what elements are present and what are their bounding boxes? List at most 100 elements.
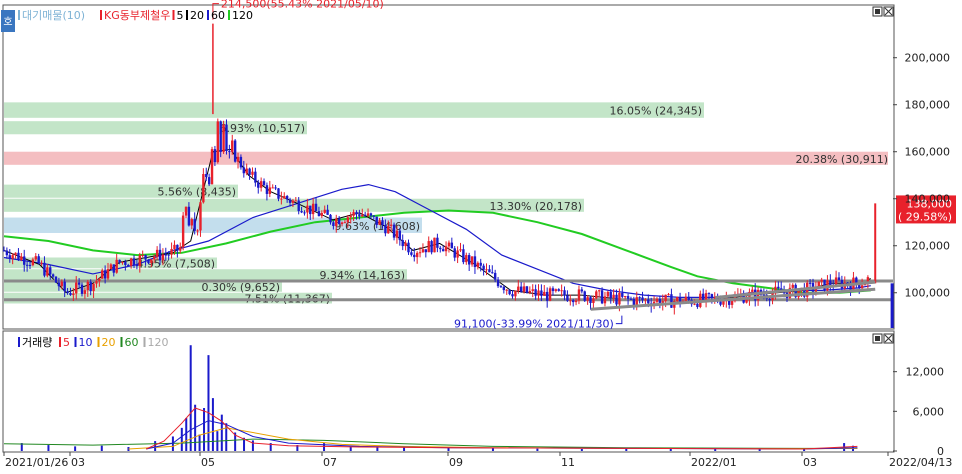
volume-band-label: 0.30% (9,652) (201, 281, 280, 294)
volume-bar (714, 449, 717, 451)
volume-panel-close-button[interactable] (883, 333, 894, 344)
candle-body (51, 274, 55, 277)
candle-body (124, 261, 127, 265)
candle-body (540, 290, 543, 296)
candle-body (184, 206, 188, 216)
candle-body (112, 264, 115, 273)
candle-body (808, 282, 812, 284)
candle-body (57, 282, 61, 287)
candle-body (693, 303, 696, 305)
candle-body (335, 218, 338, 227)
volume-bar (198, 434, 201, 451)
candle-body (228, 151, 231, 153)
volume-panel (2, 330, 895, 453)
candle-body (259, 181, 263, 188)
candle-body (311, 203, 315, 215)
candle-body (106, 269, 110, 279)
volume-bar (758, 449, 761, 451)
price-panel-close-button[interactable] (883, 6, 894, 17)
candle-body (80, 284, 84, 294)
candle-body (597, 290, 601, 292)
candle-body (242, 167, 246, 174)
candle-body (644, 299, 647, 301)
candle-body (522, 286, 526, 292)
candle-body (687, 296, 690, 300)
price-legend: 대기매물(10) KG동부제철우 5 20 60 120 (18, 9, 253, 22)
volume-bar (220, 414, 223, 451)
legend-swatch (120, 337, 123, 347)
volume-band-label: 5.56% (8,435) (157, 186, 236, 199)
svg-text:호: 호 (3, 16, 12, 28)
candle-body (329, 214, 332, 223)
candle-body (635, 297, 638, 306)
candle-body (20, 256, 23, 260)
candle-body (433, 237, 436, 253)
candle-body (300, 211, 303, 213)
candle-body (670, 294, 673, 308)
candle-body (450, 242, 454, 249)
date-tick-label: 05 (201, 456, 215, 469)
candle-body (537, 290, 540, 296)
panel-toggle-icon[interactable]: 호 (1, 10, 15, 32)
volume-bar (491, 448, 494, 451)
candle-body (118, 259, 121, 263)
candle-body (268, 187, 272, 194)
candle-body (629, 298, 633, 300)
candle-body (40, 262, 43, 264)
legend-swatch (143, 337, 146, 347)
candle-body (222, 124, 225, 153)
candle-body (444, 246, 448, 252)
candle-body (173, 244, 176, 249)
candle-body (147, 259, 150, 263)
candle-body (317, 211, 321, 217)
volume-band (4, 102, 704, 118)
candle-body (190, 219, 194, 226)
candle-body (366, 213, 370, 216)
candle-body (187, 206, 191, 226)
candle-body (5, 250, 9, 256)
candle-body (600, 290, 604, 304)
candle-body (577, 289, 581, 301)
candle-body (566, 295, 569, 301)
candle-body (277, 188, 280, 199)
candle-body (109, 264, 113, 270)
candle-body (621, 292, 624, 297)
candle-body (768, 298, 771, 301)
legend-swatch (18, 10, 20, 20)
legend-label: 60 (125, 336, 139, 349)
candle-body (144, 255, 147, 260)
volume-band-label: 13.30% (20,178) (489, 200, 582, 213)
candle-body (320, 212, 324, 217)
date-tick-label: 03 (71, 456, 85, 469)
legend-label: 20 (190, 9, 204, 22)
candle-body (595, 291, 598, 299)
price-tick-label: 160,000 (905, 146, 951, 159)
candle-body (517, 286, 520, 291)
candle-body (150, 259, 153, 263)
candle-body (413, 254, 416, 258)
price-tick-label: 120,000 (905, 240, 951, 253)
candle-body (528, 290, 532, 293)
candle-body (404, 242, 407, 247)
candle-body (49, 267, 52, 275)
candle-body (488, 269, 491, 273)
candle-body (349, 215, 352, 218)
candle-body (361, 214, 364, 217)
legend-label: 10 (79, 336, 93, 349)
candle-body (161, 254, 165, 261)
candle-body (424, 249, 428, 253)
candle-body (72, 293, 75, 295)
candle-body (210, 149, 214, 185)
candle-body (83, 290, 87, 294)
candle-body (823, 279, 826, 291)
stock-chart-window: 7.51% (11,367)0.30% (9,652)9.34% (14,163… (0, 0, 962, 470)
candle-body (612, 294, 615, 299)
candle-body (340, 222, 344, 225)
candle-body (485, 269, 488, 271)
volume-panel-maximize-button[interactable] (872, 333, 883, 344)
candle-body (92, 283, 95, 292)
candle-body (271, 187, 274, 189)
volume-bar (189, 345, 192, 451)
price-panel-maximize-button[interactable] (872, 6, 883, 17)
candle-body (387, 225, 390, 234)
